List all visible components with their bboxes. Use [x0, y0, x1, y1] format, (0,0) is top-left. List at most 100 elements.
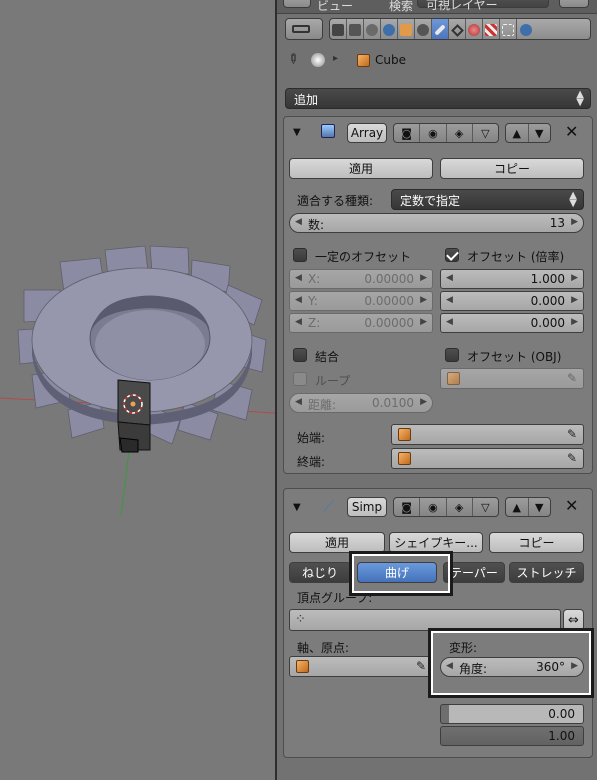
relative-offset-x-field[interactable]: ◀ 1.000 ▶	[440, 269, 584, 289]
object-offset-checkbox[interactable]	[445, 348, 459, 362]
add-modifier-dropdown[interactable]: 追加 ▲ ▼	[285, 88, 591, 109]
tab-layers[interactable]	[347, 19, 364, 39]
constant-offset-x-field[interactable]: ◀ X: 0.00000 ▶	[289, 269, 433, 289]
array-apply-button[interactable]: 適用	[289, 158, 433, 179]
increment-arrow-icon[interactable]: ▶	[571, 295, 578, 305]
increment-arrow-icon[interactable]: ▶	[420, 397, 427, 407]
render-toggle-icon[interactable]: ◙	[394, 124, 421, 142]
eyedropper-icon[interactable]: ✎	[567, 451, 577, 465]
mode-twist-button[interactable]: ねじり	[289, 562, 351, 583]
tab-render[interactable]	[330, 19, 347, 39]
move-up-icon[interactable]: ▲	[506, 124, 529, 142]
fit-type-dropdown[interactable]: 定数で指定 ▲ ▼	[391, 189, 584, 210]
3d-viewport[interactable]	[0, 0, 275, 780]
editmode-toggle-icon[interactable]: ◈	[447, 124, 473, 142]
start-cap-field[interactable]: ✎	[391, 424, 584, 445]
collapse-arrow-icon[interactable]: ▼	[293, 502, 301, 513]
move-down-icon[interactable]: ▼	[529, 124, 551, 142]
constant-offset-checkbox[interactable]	[293, 248, 307, 262]
decrement-arrow-icon[interactable]: ◀	[446, 295, 453, 305]
decrement-arrow-icon[interactable]: ◀	[295, 273, 302, 283]
merge-distance-field[interactable]: ◀ 距離: 0.0100 ▶	[289, 393, 433, 413]
invert-vertex-group-button[interactable]: ⇔	[563, 609, 584, 631]
cage-toggle-icon[interactable]: ▽	[473, 498, 498, 516]
tab-constraints[interactable]	[415, 19, 432, 39]
constant-offset-y-field[interactable]: ◀ Y: 0.00000 ▶	[289, 291, 433, 311]
remove-modifier-icon[interactable]: ✕	[565, 122, 578, 141]
editmode-toggle-icon[interactable]: ◈	[447, 498, 473, 516]
breadcrumb: ✎ ▸ Cube	[283, 50, 485, 72]
remove-modifier-icon[interactable]: ✕	[565, 496, 578, 515]
vertex-group-field[interactable]: ⁘	[289, 609, 561, 631]
merge-checkbox[interactable]	[293, 348, 307, 362]
collapse-arrow-icon[interactable]: ▼	[293, 127, 301, 138]
decrement-arrow-icon[interactable]: ◀	[295, 397, 302, 407]
tab-data[interactable]	[449, 19, 466, 39]
simple-deform-copy-button[interactable]: コピー	[489, 532, 584, 553]
move-down-icon[interactable]: ▼	[529, 498, 551, 516]
count-field[interactable]: ◀ 数: 13 ▶	[289, 213, 584, 233]
limit-min-slider[interactable]: 0.00	[440, 704, 584, 724]
decrement-arrow-icon[interactable]: ◀	[446, 661, 453, 671]
simple-deform-apply-button[interactable]: 適用	[289, 532, 385, 553]
tab-particles[interactable]	[500, 19, 517, 39]
mode-bend-button[interactable]: 曲げ	[357, 562, 437, 583]
context-selector-button[interactable]	[285, 18, 323, 40]
mode-taper-button[interactable]: テーパー	[443, 562, 505, 583]
fit-type-value: 定数で指定	[400, 194, 461, 208]
decrement-arrow-icon[interactable]: ◀	[295, 295, 302, 305]
increment-arrow-icon[interactable]: ▶	[571, 217, 578, 227]
end-cap-field[interactable]: ✎	[391, 448, 584, 469]
tab-scene[interactable]	[364, 19, 381, 39]
origin-object-field[interactable]: ✎	[289, 656, 433, 677]
decrement-arrow-icon[interactable]: ◀	[295, 317, 302, 327]
increment-arrow-icon[interactable]: ▶	[420, 317, 427, 327]
viewport-eye-icon[interactable]: ◉	[420, 124, 447, 142]
editor-type-button[interactable]	[283, 0, 311, 8]
constant-offset-z-field[interactable]: ◀ Z: 0.00000 ▶	[289, 313, 433, 333]
increment-arrow-icon[interactable]: ▶	[571, 273, 578, 283]
layer-dropdown[interactable]: 可視レイヤー	[417, 0, 549, 12]
decrement-arrow-icon[interactable]: ◀	[446, 273, 453, 283]
render-toggle-icon[interactable]: ◙	[394, 498, 421, 516]
search-menu[interactable]: 検索	[389, 0, 413, 14]
relative-offset-checkbox[interactable]	[445, 248, 459, 262]
cage-toggle-icon[interactable]: ▽	[473, 124, 498, 142]
simple-deform-name-field[interactable]: Simp	[347, 497, 387, 517]
relative-offset-label: オフセット (倍率)	[467, 250, 565, 264]
tab-texture[interactable]	[483, 19, 500, 39]
tab-world[interactable]	[381, 19, 398, 39]
move-up-icon[interactable]: ▲	[506, 498, 529, 516]
relative-offset-y-value: 0.000	[530, 294, 565, 308]
array-modifier-name-field[interactable]: Array	[347, 123, 387, 143]
tab-object[interactable]	[398, 19, 415, 39]
angle-field[interactable]: ◀ 角度: 360° ▶	[440, 657, 584, 677]
relative-offset-z-field[interactable]: ◀ 0.000 ▶	[440, 313, 584, 333]
eyedropper-icon[interactable]: ✎	[567, 371, 577, 385]
tab-modifiers[interactable]	[432, 19, 449, 39]
increment-arrow-icon[interactable]: ▶	[571, 661, 578, 671]
view-menu[interactable]: ビュー	[317, 0, 353, 14]
pin-icon[interactable]: ✎	[283, 50, 301, 68]
vertex-group-label: 頂点グループ:	[297, 591, 373, 605]
count-label: 数:	[308, 218, 325, 232]
tab-material[interactable]	[466, 19, 483, 39]
tab-physics[interactable]	[517, 19, 534, 39]
increment-arrow-icon[interactable]: ▶	[420, 273, 427, 283]
search-icon[interactable]	[559, 0, 589, 8]
mode-stretch-button[interactable]: ストレッチ	[509, 562, 584, 583]
relative-offset-y-field[interactable]: ◀ 0.000 ▶	[440, 291, 584, 311]
decrement-arrow-icon[interactable]: ◀	[446, 317, 453, 327]
decrement-arrow-icon[interactable]: ◀	[295, 217, 302, 227]
offset-object-field[interactable]: ✎	[440, 368, 584, 389]
increment-arrow-icon[interactable]: ▶	[571, 317, 578, 327]
limit-max-slider[interactable]: 1.00	[440, 726, 584, 746]
viewport-eye-icon[interactable]: ◉	[420, 498, 447, 516]
eyedropper-icon[interactable]: ✎	[567, 427, 577, 441]
layers-icon	[349, 24, 361, 36]
array-copy-button[interactable]: コピー	[440, 158, 584, 179]
loop-checkbox[interactable]	[293, 372, 307, 386]
increment-arrow-icon[interactable]: ▶	[420, 295, 427, 305]
eyedropper-icon[interactable]: ✎	[416, 659, 426, 673]
apply-as-shapekey-button[interactable]: シェイプキー...	[389, 532, 483, 553]
